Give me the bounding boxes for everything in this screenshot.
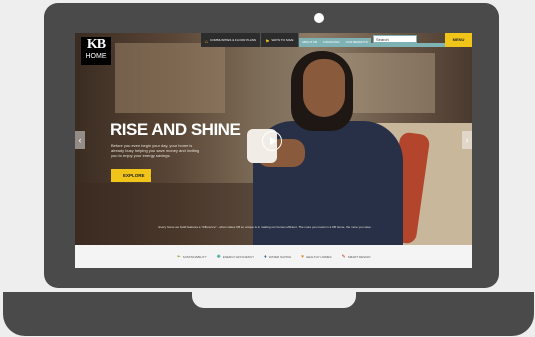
search-input[interactable]: Search [373,35,417,43]
footer-bar: ❧ SUSTAINABILITY ✺ ENERGY EFFICIENCY ♦ W… [75,245,472,268]
browser-screen: KB HOME ⌂ COMMUNITIES & FLOOR PLANS ⚑ WA… [75,33,472,268]
heart-icon: ♥ [301,253,305,260]
nav-about[interactable]: ABOUT KB [299,38,320,47]
camera-icon [314,13,324,23]
nav-item-communities[interactable]: ⌂ COMMUNITIES & FLOOR PLANS [201,33,262,47]
footer-item-sustainability[interactable]: ❧ SUSTAINABILITY [177,254,207,260]
footer-item-water[interactable]: ♦ WATER SAVING [264,254,291,260]
hero-image: KB HOME ⌂ COMMUNITIES & FLOOR PLANS ⚑ WA… [75,33,472,245]
hero-headline: RISE AND SHINE [110,120,241,139]
bulb-icon: ✺ [216,253,221,260]
leaf-icon: ❧ [176,253,181,260]
next-arrow-icon[interactable]: › [462,131,472,149]
footer-item-energy[interactable]: ✺ ENERGY EFFICIENCY [217,254,255,260]
footer-item-design[interactable]: ✎ SMART DESIGN [342,254,371,260]
nav-benefits[interactable]: OUR BENEFITS [343,38,371,47]
hero-body: Before you even begin your day, your hom… [111,143,200,158]
nav-item-ways-to-save[interactable]: ⚑ WAYS TO SAVE [261,33,299,47]
drop-icon: ♦ [264,253,267,260]
top-nav: ⌂ COMMUNITIES & FLOOR PLANS ⚑ WAYS TO SA… [201,33,299,47]
explore-button[interactable]: EXPLORE › [111,169,153,182]
chevron-right-icon: › [150,173,153,178]
kb-home-logo[interactable]: KB HOME [81,37,111,65]
play-icon[interactable] [262,131,282,151]
laptop-notch [192,292,356,308]
menu-button[interactable]: MENU [445,33,472,47]
footer-item-healthy[interactable]: ♥ HEALTHY HOMES [301,254,331,260]
secondary-nav: ABOUT KB FINANCING OUR BENEFITS [299,38,371,47]
pencil-icon: ✎ [341,253,346,260]
home-icon: ⌂ [205,39,209,45]
tag-icon: ⚑ [265,39,270,45]
hero-caption: Every home we build features a "differen… [158,225,372,229]
nav-financing[interactable]: FINANCING [320,38,343,47]
prev-arrow-icon[interactable]: ‹ [75,131,85,149]
